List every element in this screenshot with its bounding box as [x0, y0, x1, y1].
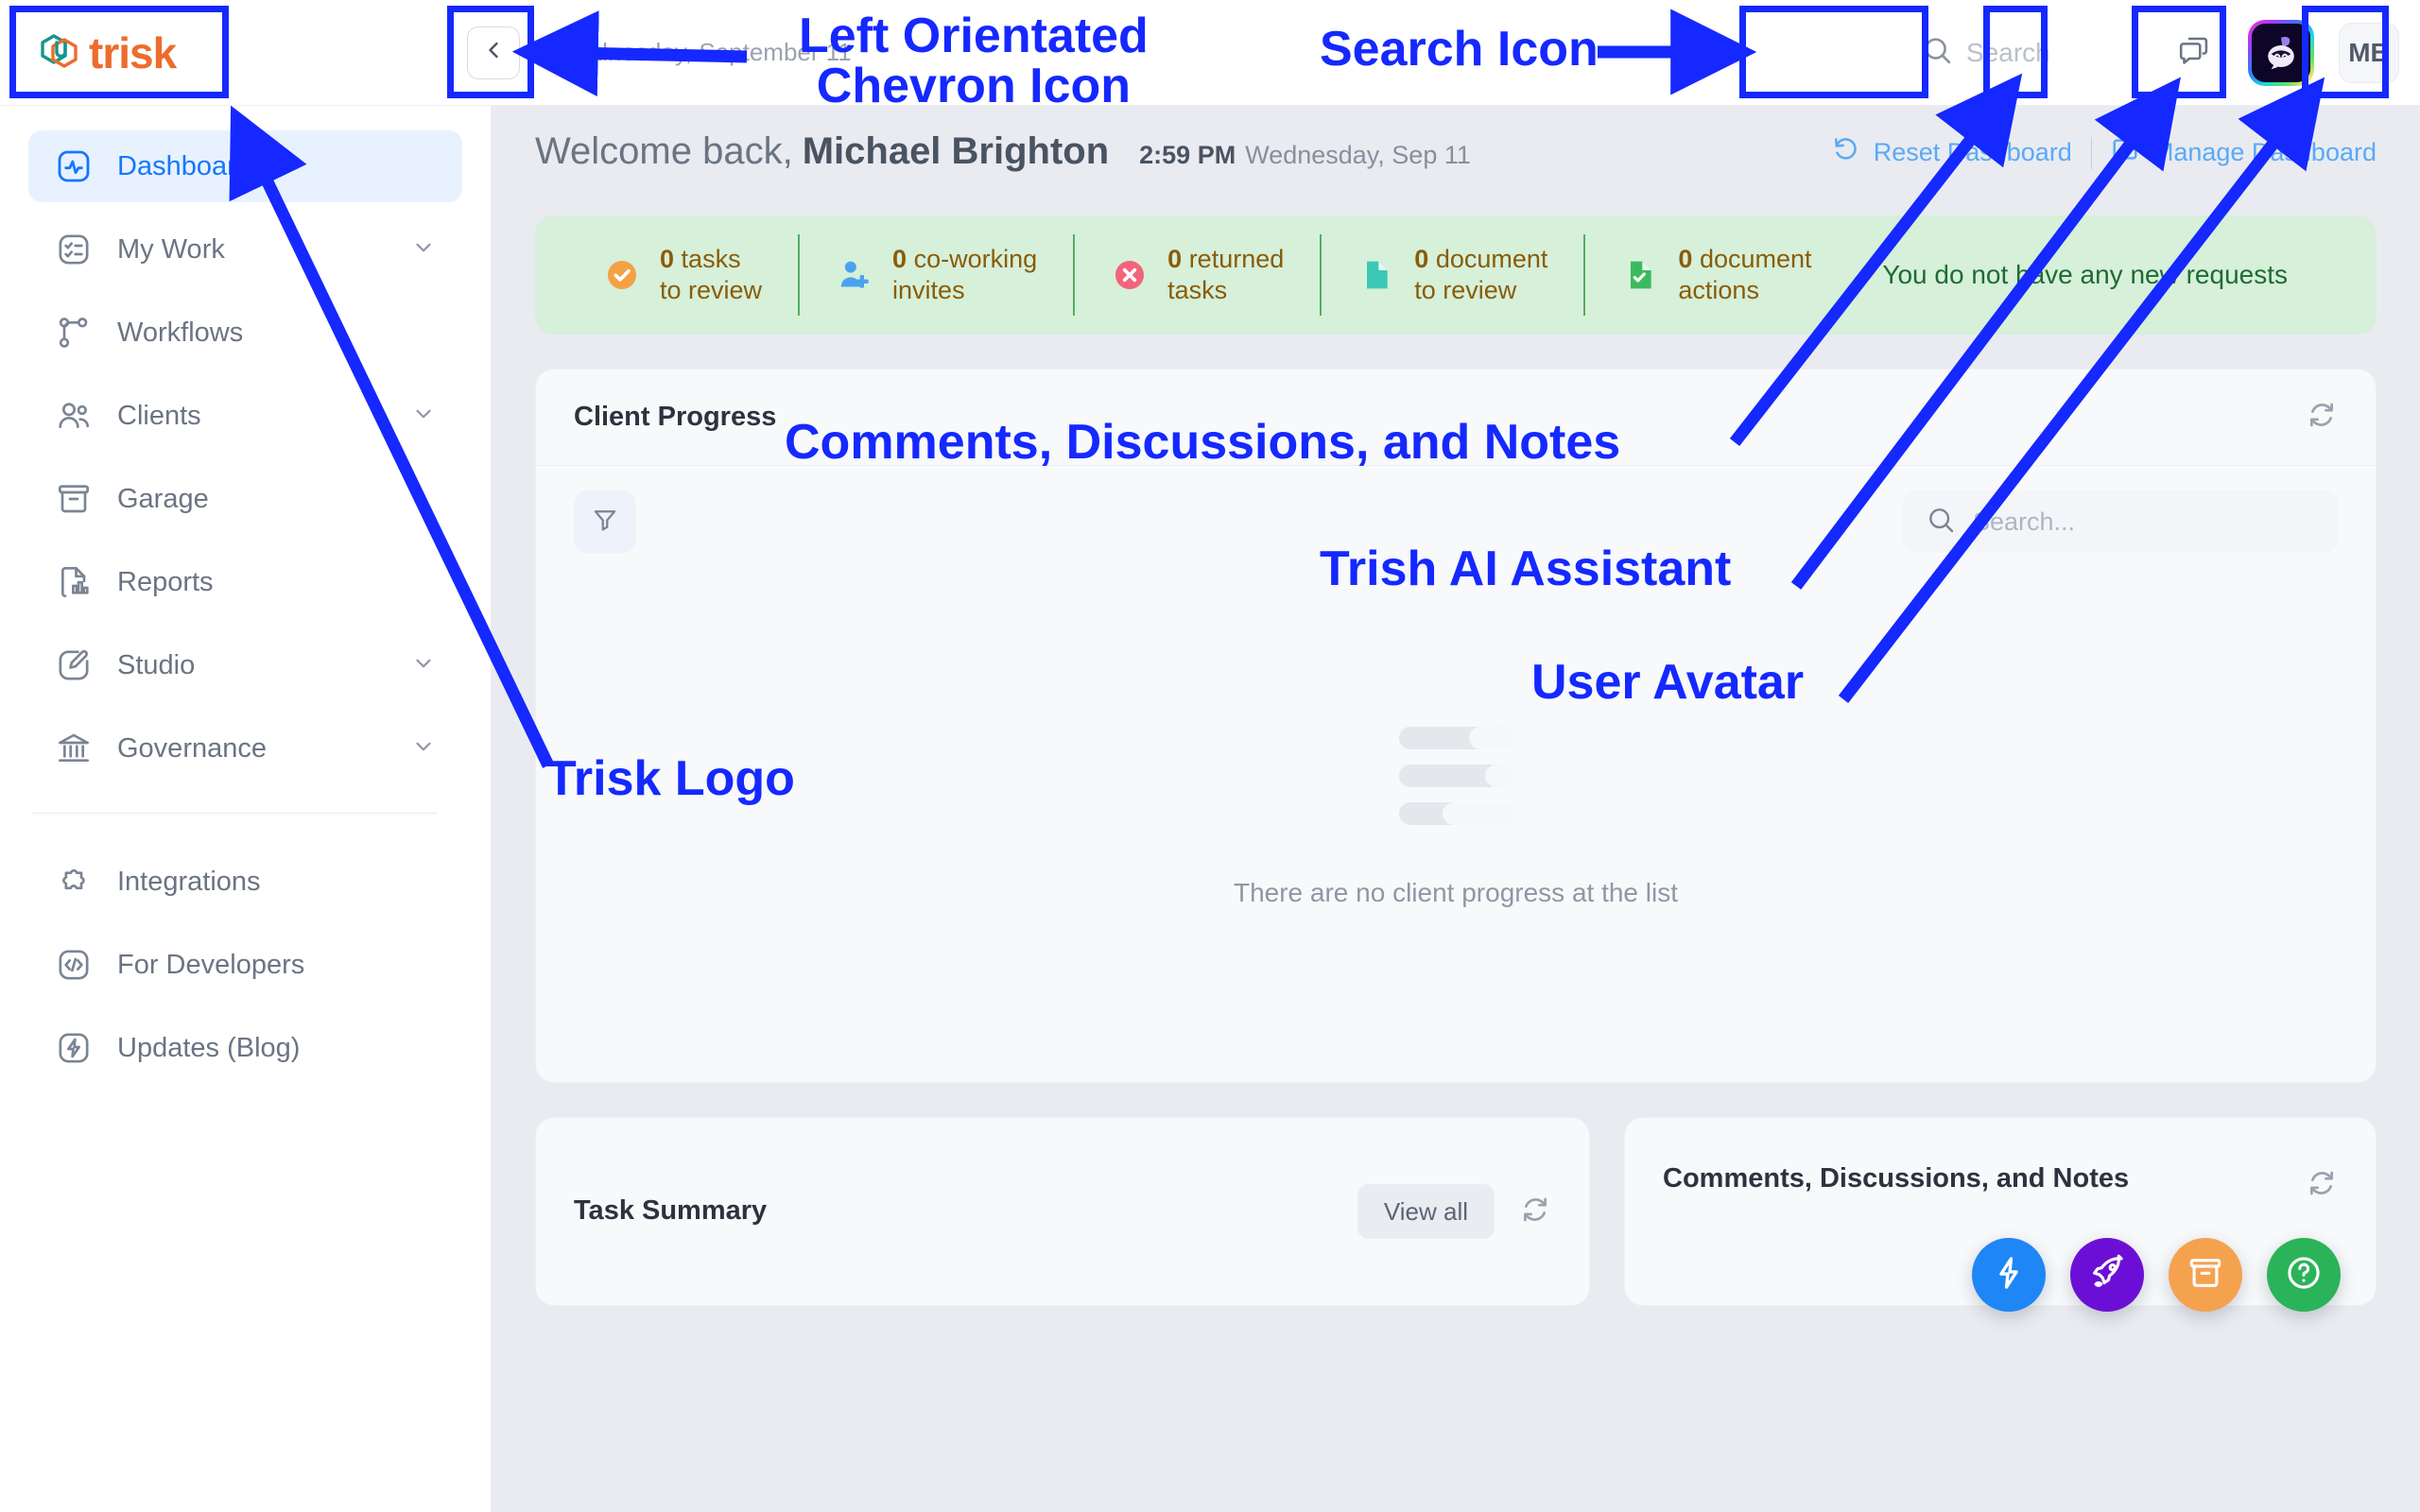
annotation-arrows: [229, 9, 2325, 768]
annotation-label-search-icon: Search Icon: [1320, 22, 1599, 77]
annotation-box-trish: [2132, 6, 2226, 98]
annotation-label-comments: Comments, Discussions, and Notes: [785, 415, 1621, 470]
annotation-label-trisk-logo: Trisk Logo: [546, 751, 795, 806]
annotation-box-comments: [1983, 6, 2048, 98]
annotation-label-trish-ai: Trish AI Assistant: [1320, 541, 1732, 596]
annotation-box-search: [1739, 6, 1928, 98]
annotation-box-avatar: [2302, 6, 2389, 98]
annotation-label-user-avatar: User Avatar: [1531, 655, 1805, 710]
annotation-box-logo: [9, 6, 229, 98]
annotation-box-chevron: [447, 6, 534, 98]
annotation-label-left-chevron: Left Orientated Chevron Icon: [799, 9, 1149, 114]
